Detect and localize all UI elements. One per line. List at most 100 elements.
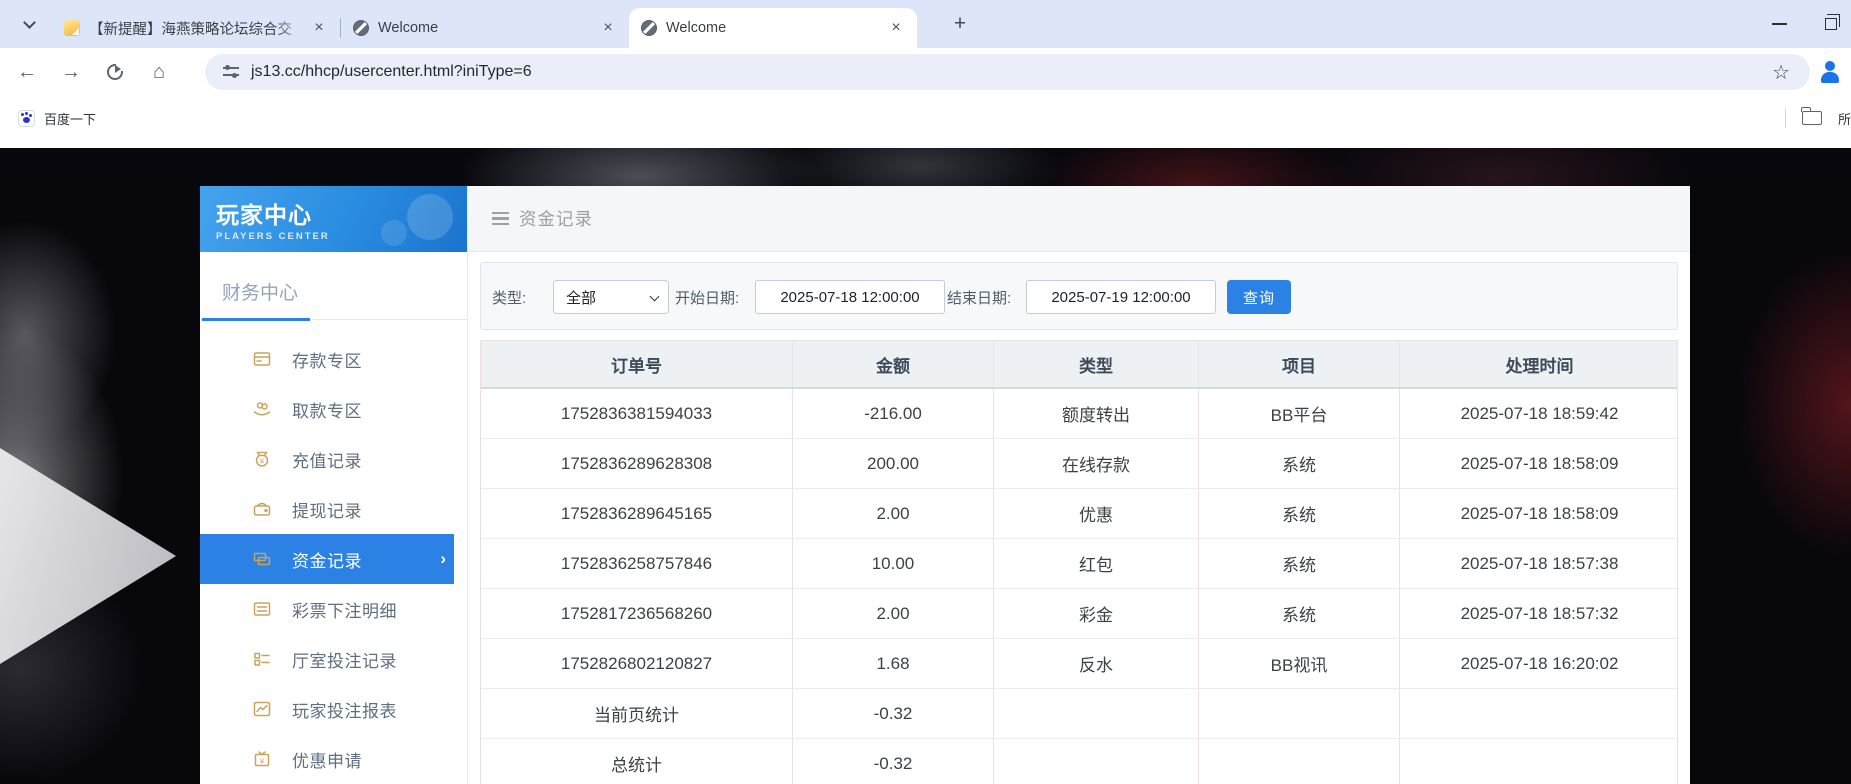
table-cell bbox=[1400, 739, 1679, 784]
bookmarks-bar: 百度一下 所 bbox=[0, 96, 1851, 148]
bookmark-star-icon[interactable]: ☆ bbox=[1772, 60, 1790, 85]
table-row-7: 总统计-0.32 bbox=[481, 739, 1677, 784]
baidu-favicon bbox=[18, 110, 35, 127]
start-date-input[interactable]: 2025-07-18 12:00:00 bbox=[755, 280, 945, 314]
address-bar[interactable]: js13.cc/hhcp/usercenter.html?iniType=6 ☆ bbox=[205, 54, 1810, 90]
column-header: 处理时间 bbox=[1400, 341, 1679, 387]
filter-bar: 类型: 全部 开始日期: 2025-07-18 12:00:00 结束日期: 2… bbox=[480, 262, 1678, 330]
table-cell: 优惠 bbox=[994, 489, 1199, 538]
tab-close-icon[interactable]: × bbox=[885, 17, 907, 39]
page-title-bar: 资金记录 bbox=[468, 186, 1690, 252]
table-cell: -0.32 bbox=[793, 689, 994, 738]
url-text: js13.cc/hhcp/usercenter.html?iniType=6 bbox=[251, 63, 1772, 81]
table-cell: 200.00 bbox=[793, 439, 994, 488]
promo-icon: ¥ bbox=[252, 749, 272, 769]
minimize-icon[interactable] bbox=[1772, 23, 1787, 25]
new-tab-button[interactable]: + bbox=[946, 10, 974, 38]
all-bookmarks-folder-icon[interactable] bbox=[1802, 111, 1822, 125]
profile-avatar-icon[interactable] bbox=[1817, 59, 1843, 85]
reload-icon[interactable] bbox=[98, 55, 132, 89]
tab-title: Welcome bbox=[666, 20, 885, 36]
sidebar-item-5[interactable]: 彩票下注明细 bbox=[200, 584, 467, 634]
restore-icon[interactable] bbox=[1825, 18, 1837, 30]
table-cell: -0.32 bbox=[793, 739, 994, 784]
withdraw-icon bbox=[252, 399, 272, 419]
sidebar-item-7[interactable]: 玩家投注报表 bbox=[200, 684, 467, 734]
table-cell: 2025-07-18 18:57:38 bbox=[1400, 539, 1679, 588]
bookmarks-bar-right: 所 bbox=[1785, 104, 1851, 132]
deposit-icon bbox=[252, 349, 272, 369]
table-cell: 反水 bbox=[994, 639, 1199, 688]
table-cell: 1752836381594033 bbox=[481, 389, 793, 438]
table-cell: 彩金 bbox=[994, 589, 1199, 638]
chevron-right-icon: › bbox=[440, 549, 446, 569]
table-cell bbox=[994, 689, 1199, 738]
sidebar-item-label: 优惠申请 bbox=[292, 747, 362, 772]
tab-title: Welcome bbox=[378, 20, 597, 36]
sidebar-item-4[interactable]: 资金记录 › bbox=[200, 534, 454, 584]
tab-close-icon[interactable]: × bbox=[308, 17, 330, 39]
table-cell: 当前页统计 bbox=[481, 689, 793, 738]
tab-search-button[interactable] bbox=[14, 10, 44, 38]
column-header: 项目 bbox=[1199, 341, 1400, 387]
tab-title: 【新提醒】海燕策略论坛综合交 bbox=[89, 18, 308, 39]
svg-text:¥: ¥ bbox=[260, 757, 265, 766]
table-row-1: 1752836289628308200.00在线存款系统2025-07-18 1… bbox=[481, 439, 1677, 489]
table-cell: 系统 bbox=[1199, 489, 1400, 538]
browser-tab-2[interactable]: Welcome× bbox=[629, 8, 917, 48]
sidebar-item-label: 资金记录 bbox=[292, 547, 362, 572]
end-date-label: 结束日期: bbox=[947, 287, 1011, 308]
tab-strip: 【新提醒】海燕策略论坛综合交×Welcome×Welcome× + bbox=[0, 0, 1851, 48]
type-select-value: 全部 bbox=[566, 287, 596, 308]
back-icon[interactable]: ← bbox=[10, 55, 44, 89]
sidebar-item-3[interactable]: 提现记录 bbox=[200, 484, 467, 534]
browser-tab-0[interactable]: 【新提醒】海燕策略论坛综合交× bbox=[52, 8, 340, 48]
table-cell bbox=[1199, 689, 1400, 738]
table-cell: 2.00 bbox=[793, 489, 994, 538]
bookmark-item-baidu[interactable]: 百度一下 bbox=[12, 104, 102, 132]
bookmarks-divider bbox=[1785, 108, 1786, 128]
table-row-6: 当前页统计-0.32 bbox=[481, 689, 1677, 739]
forward-icon[interactable]: → bbox=[54, 55, 88, 89]
table-row-4: 17528172365682602.00彩金系统2025-07-18 18:57… bbox=[481, 589, 1677, 639]
site-settings-icon[interactable] bbox=[223, 66, 239, 78]
type-select[interactable]: 全部 bbox=[553, 280, 669, 314]
report-icon bbox=[252, 699, 272, 719]
sidebar-item-8[interactable]: ¥ 优惠申请 bbox=[200, 734, 467, 784]
home-icon[interactable]: ⌂ bbox=[142, 55, 176, 89]
table-cell: 1752817236568260 bbox=[481, 589, 793, 638]
query-button[interactable]: 查询 bbox=[1227, 280, 1291, 314]
sidebar-item-6[interactable]: 厅室投注记录 bbox=[200, 634, 467, 684]
table-cell: 2025-07-18 18:58:09 bbox=[1400, 439, 1679, 488]
table-cell: 系统 bbox=[1199, 589, 1400, 638]
table-cell: 2.00 bbox=[793, 589, 994, 638]
table-cell: 1.68 bbox=[793, 639, 994, 688]
table-cell: BB视讯 bbox=[1199, 639, 1400, 688]
sidebar-item-0[interactable]: 存款专区 bbox=[200, 334, 467, 384]
column-header: 类型 bbox=[994, 341, 1199, 387]
browser-tab-1[interactable]: Welcome× bbox=[341, 8, 629, 48]
table-cell: 2025-07-18 18:58:09 bbox=[1400, 489, 1679, 538]
tabs-container: 【新提醒】海燕策略论坛综合交×Welcome×Welcome× bbox=[52, 0, 917, 48]
tab-close-icon[interactable]: × bbox=[597, 17, 619, 39]
table-cell: 红包 bbox=[994, 539, 1199, 588]
funds-record-table: 订单号金额类型项目处理时间1752836381594033-216.00额度转出… bbox=[480, 340, 1678, 784]
sidebar-item-1[interactable]: 取款专区 bbox=[200, 384, 467, 434]
end-date-input[interactable]: 2025-07-19 12:00:00 bbox=[1026, 280, 1216, 314]
sidebar-item-2[interactable]: ¥充值记录 bbox=[200, 434, 467, 484]
bookmark-label: 百度一下 bbox=[44, 109, 96, 128]
background-triangle-decoration bbox=[0, 448, 176, 664]
sidebar-item-label: 存款专区 bbox=[292, 347, 362, 372]
recharge-icon: ¥ bbox=[252, 449, 272, 469]
start-date-label: 开始日期: bbox=[675, 287, 739, 308]
menu-burger-icon bbox=[492, 212, 509, 225]
sidebar-item-label: 提现记录 bbox=[292, 497, 362, 522]
type-label: 类型: bbox=[492, 287, 526, 308]
sidebar-menu: 存款专区取款专区¥充值记录提现记录资金记录 › 彩票下注明细厅室投注记录玩家投注报表… bbox=[200, 334, 467, 784]
table-cell: 1752836289645165 bbox=[481, 489, 793, 538]
table-cell bbox=[994, 739, 1199, 784]
main-panel: 资金记录 类型: 全部 开始日期: 2025-07-18 12:00:00 结束… bbox=[468, 186, 1690, 784]
sidebar-section-divider bbox=[200, 319, 467, 320]
select-chevron-icon bbox=[650, 292, 660, 302]
chevron-down-icon bbox=[23, 16, 36, 29]
